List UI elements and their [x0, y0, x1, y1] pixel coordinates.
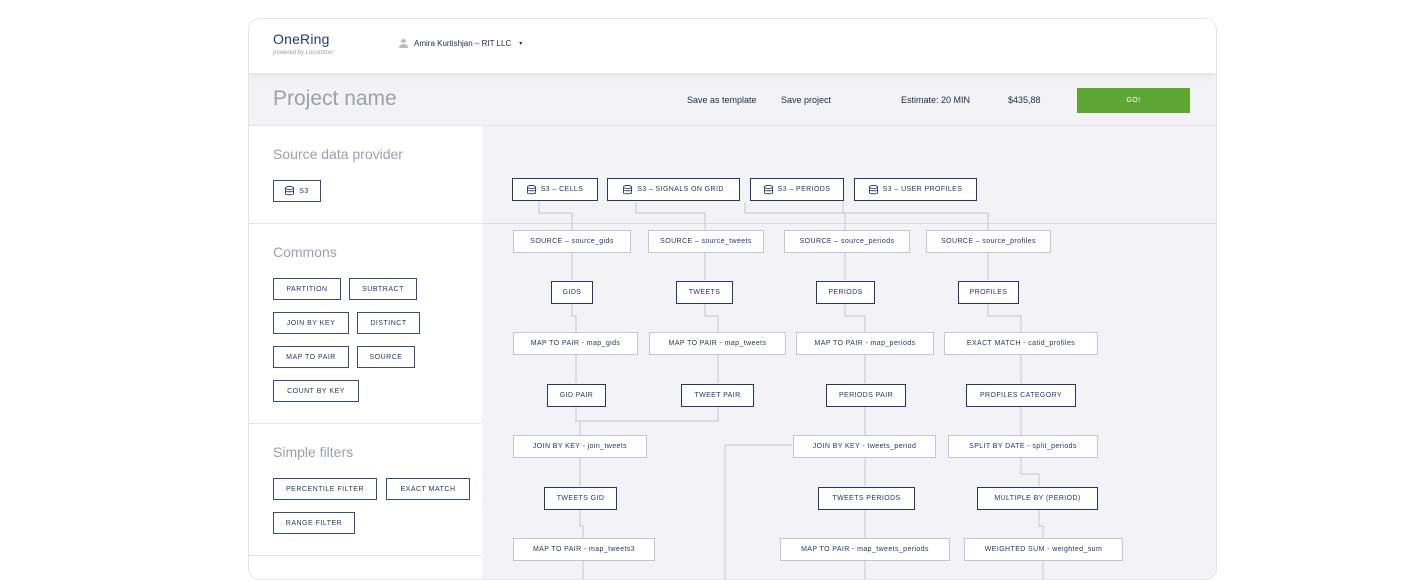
source-node[interactable]: S3 – CELLS	[512, 178, 598, 201]
tool-exact-match[interactable]: EXACT MATCH	[386, 478, 470, 500]
tool-map-to-pair[interactable]: MAP TO PAIR	[273, 346, 349, 368]
pipeline-node[interactable]: PROFILES CATEGORY	[966, 384, 1076, 407]
tool-source[interactable]: SOURCE	[357, 346, 415, 368]
project-bar: Project name Save as template Save proje…	[249, 74, 1216, 126]
price-label: $435,88	[1008, 95, 1041, 105]
user-name: Amira Kurtishjan – RIT LLC	[414, 39, 512, 48]
pipeline-node[interactable]: MAP TO PAIR - map_tweets	[649, 332, 786, 355]
source-node[interactable]: S3 – PERIODS	[750, 178, 844, 201]
project-name[interactable]: Project name	[273, 87, 397, 111]
node-label: S3 – PERIODS	[777, 186, 831, 193]
pipeline-node[interactable]: MAP TO PAIR - map_gids	[513, 332, 638, 355]
pipeline-node[interactable]: EXACT MATCH - catid_profiles	[944, 332, 1098, 355]
pipeline-node[interactable]: TWEETS GID	[544, 487, 617, 510]
logo-subtitle: powered by Locomizer	[273, 50, 334, 56]
section-title: Simple filters	[273, 444, 354, 460]
database-icon	[526, 184, 536, 194]
pipeline-node[interactable]: SOURCE – source_periods	[784, 230, 910, 253]
tool-join-by-key[interactable]: JOIN BY KEY	[273, 312, 349, 334]
tool-s3[interactable]: S3	[273, 180, 321, 202]
pipeline-node[interactable]: JOIN BY KEY - join_tweets	[513, 435, 647, 458]
source-node[interactable]: S3 – USER PROFILES	[854, 178, 977, 201]
pipeline-node[interactable]: GID PAIR	[547, 384, 606, 407]
save-project-button[interactable]: Save project	[781, 95, 831, 105]
user-menu[interactable]: Amira Kurtishjan – RIT LLC ▾	[399, 39, 522, 48]
estimate-label: Estimate: 20 MIN	[901, 95, 971, 105]
pipeline-node[interactable]: SOURCE – source_profiles	[926, 230, 1051, 253]
app-window: OneRing powered by Locomizer Amira Kurti…	[248, 18, 1217, 580]
pipeline-node[interactable]: PERIODS PAIR	[826, 384, 906, 407]
source-provider-section: Source data provider S3	[249, 126, 482, 224]
pipeline-node[interactable]: PERIODS	[816, 281, 875, 304]
node-label: S3 – USER PROFILES	[882, 186, 963, 193]
pipeline-canvas[interactable]: S3 – CELLS S3 – SIGNALS ON GRID S3 – PER…	[482, 126, 1216, 579]
pipeline-node[interactable]: GIDS	[551, 281, 593, 304]
pipeline-node[interactable]: MAP TO PAIR - map_tweets_periods	[780, 538, 950, 561]
source-node[interactable]: S3 – SIGNALS ON GRID	[607, 178, 740, 201]
user-icon	[399, 39, 408, 48]
database-icon	[763, 184, 773, 194]
tool-partition[interactable]: PARTITION	[273, 278, 341, 300]
chevron-down-icon: ▾	[519, 41, 523, 47]
pipeline-node[interactable]: SOURCE – source_gids	[513, 230, 631, 253]
tool-percentile-filter[interactable]: PERCENTILE FILTER	[273, 478, 377, 500]
save-template-button[interactable]: Save as template	[687, 95, 757, 105]
tool-count-by-key[interactable]: COUNT BY KEY	[273, 380, 359, 402]
section-title: Source data provider	[273, 146, 403, 162]
pipeline-node[interactable]: WEIGHTED SUM - weighted_sum	[964, 538, 1123, 561]
pipeline-node[interactable]: MAP TO PAIR - map_periods	[796, 332, 934, 355]
pipeline-node[interactable]: MAP TO PAIR - map_tweets3	[513, 538, 655, 561]
pipeline-node[interactable]: SOURCE – source_tweets	[648, 230, 764, 253]
section-title: Commons	[273, 244, 337, 260]
sidebar: Source data provider S3 Commons PARTITIO…	[249, 126, 482, 579]
database-icon	[623, 184, 633, 194]
top-bar: OneRing powered by Locomizer Amira Kurti…	[249, 19, 1216, 74]
simple-filters-section: Simple filters PERCENTILE FILTER EXACT M…	[249, 424, 482, 556]
tool-range-filter[interactable]: RANGE FILTER	[273, 512, 355, 534]
pipeline-node[interactable]: TWEETS PERIODS	[818, 487, 915, 510]
node-label: S3 – SIGNALS ON GRID	[637, 186, 724, 193]
tool-label: S3	[299, 187, 309, 195]
database-icon	[868, 184, 878, 194]
go-button[interactable]: GO!	[1077, 88, 1190, 113]
pipeline-node[interactable]: TWEET PAIR	[681, 384, 754, 407]
pipeline-node[interactable]: MULTIPLE BY (PERIOD)	[977, 487, 1098, 510]
pipeline-node[interactable]: PROFILES	[958, 281, 1019, 304]
database-icon	[285, 186, 295, 196]
commons-section: Commons PARTITION SUBTRACT JOIN BY KEY D…	[249, 224, 482, 424]
tool-subtract[interactable]: SUBTRACT	[349, 278, 417, 300]
app-logo[interactable]: OneRing	[273, 31, 330, 47]
node-label: S3 – CELLS	[540, 186, 584, 193]
pipeline-node[interactable]: SPLIT BY DATE - split_periods	[948, 435, 1098, 458]
pipeline-node[interactable]: TWEETS	[676, 281, 733, 304]
pipeline-node[interactable]: JOIN BY KEY - tweets_period	[793, 435, 936, 458]
tool-distinct[interactable]: DISTINCT	[357, 312, 420, 334]
